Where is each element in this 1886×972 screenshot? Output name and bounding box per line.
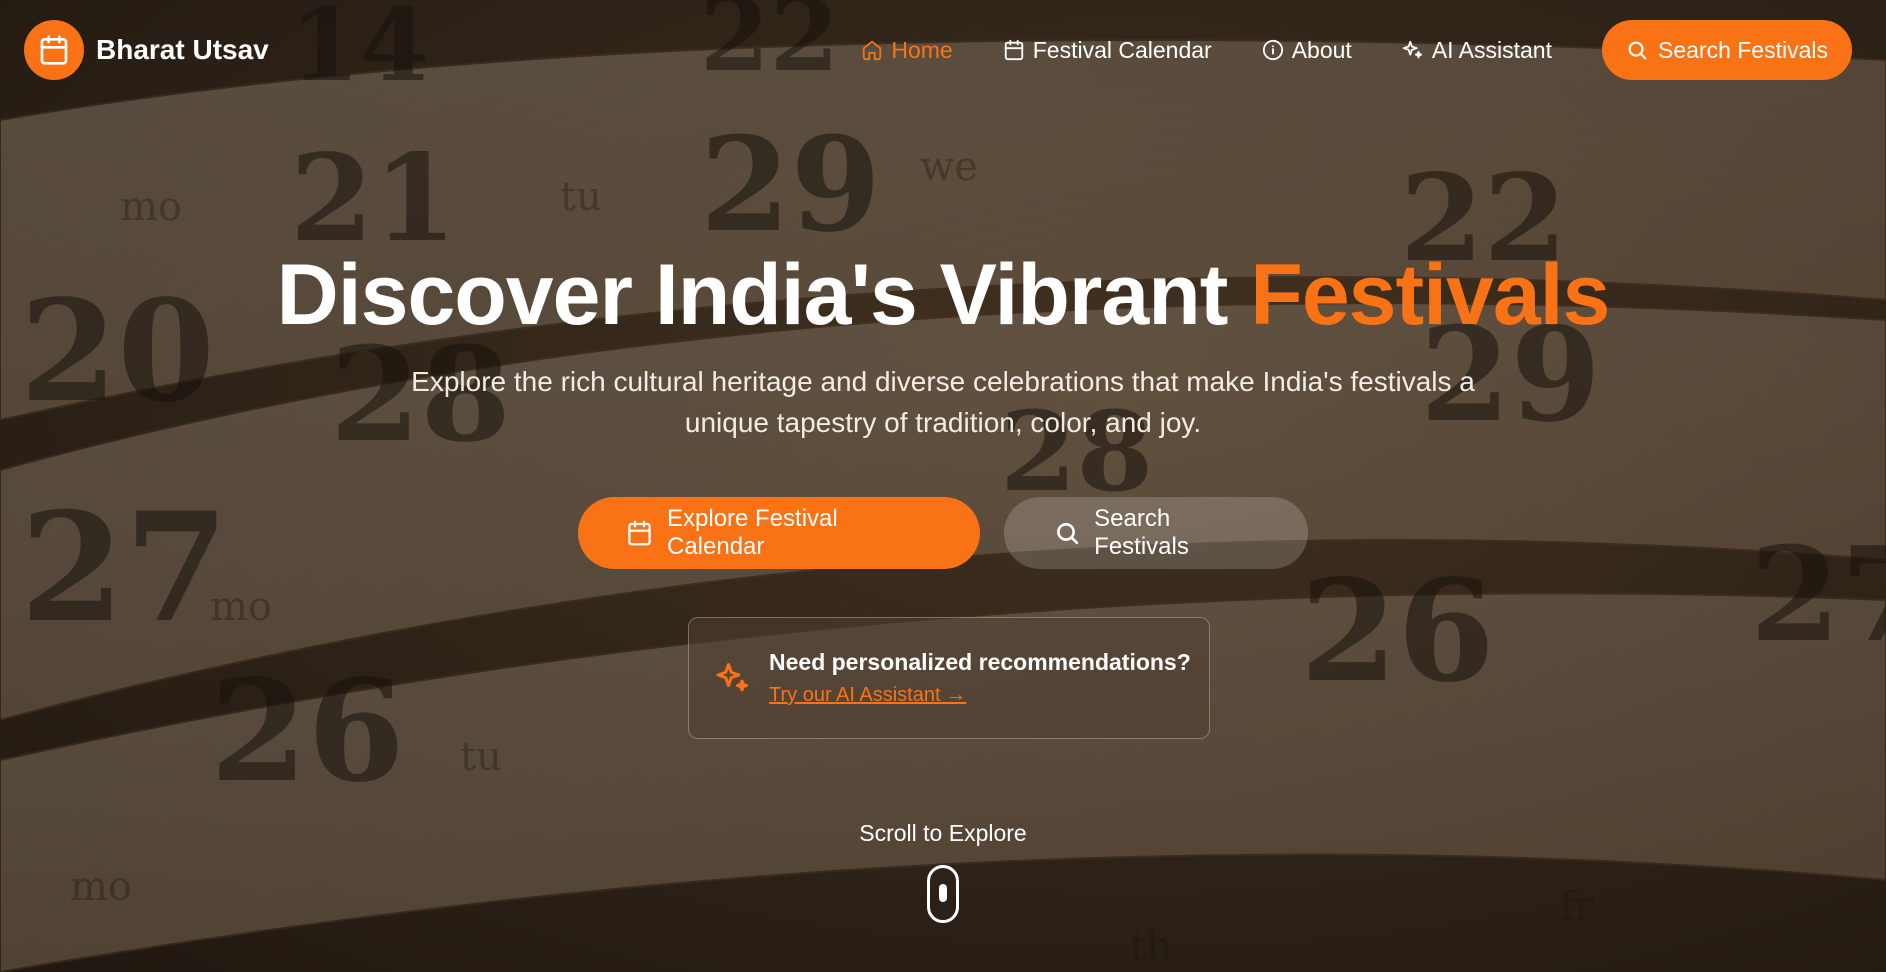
mouse-scroll-icon[interactable] [927, 865, 959, 923]
hero-search-festivals-label: Search Festivals [1094, 505, 1189, 560]
calendar-icon [24, 20, 84, 80]
info-icon [1262, 39, 1283, 61]
nav-home[interactable]: Home [861, 36, 953, 64]
ai-recommendation-card: Need personalized recommendations? Try o… [688, 617, 1210, 739]
sparkles-icon [716, 663, 748, 692]
try-ai-assistant-link[interactable]: Try our AI Assistant → [769, 684, 966, 707]
explore-calendar-label: Explore Festival Calendar [667, 505, 838, 560]
scroll-indicator: Scroll to Explore [0, 820, 1886, 923]
search-icon [1628, 41, 1647, 60]
hero-title-accent: Festivals [1250, 247, 1610, 343]
hero-search-festivals-button[interactable]: Search Festivals [1004, 497, 1308, 569]
search-festivals-label: Search Festivals [1657, 36, 1828, 63]
calendar-icon [1004, 39, 1023, 61]
hero-subtitle: Explore the rich cultural heritage and d… [411, 366, 1475, 438]
nav-about-label: About [1291, 36, 1352, 63]
brand-name: Bharat Utsav [96, 34, 269, 65]
nav-ai-assistant[interactable]: AI Assistant [1402, 37, 1552, 64]
brand-logo[interactable]: Bharat Utsav [24, 20, 269, 80]
nav-home-label: Home [891, 36, 953, 63]
search-icon [1057, 522, 1079, 545]
site-header: Bharat Utsav Home Festival Calendar Abou… [0, 0, 1886, 100]
calendar-icon [628, 520, 651, 546]
home-icon [863, 40, 882, 61]
hero-title: Discover India's Vibrant Festivals [0, 250, 1886, 340]
hero-section: Discover India's Vibrant Festivals Explo… [0, 250, 1886, 443]
nav-about[interactable]: About [1262, 37, 1352, 64]
search-festivals-button[interactable]: Search Festivals [1601, 20, 1852, 80]
nav-festival-calendar-label: Festival Calendar [1032, 36, 1212, 63]
hero-actions: Explore Festival Calendar Search Festiva… [0, 497, 1886, 569]
nav-festival-calendar[interactable]: Festival Calendar [1003, 37, 1212, 64]
explore-calendar-button[interactable]: Explore Festival Calendar [578, 497, 980, 569]
hero-title-main: Discover India's Vibrant [276, 247, 1229, 343]
nav-ai-assistant-label: AI Assistant [1431, 36, 1552, 63]
mouse-wheel [939, 884, 947, 902]
scroll-label: Scroll to Explore [859, 820, 1027, 846]
ai-card-title: Need personalized recommendations? [769, 649, 1191, 675]
sparkles-icon [1402, 40, 1422, 59]
main-nav: Home Festival Calendar About AI Assistan… [861, 20, 1862, 80]
